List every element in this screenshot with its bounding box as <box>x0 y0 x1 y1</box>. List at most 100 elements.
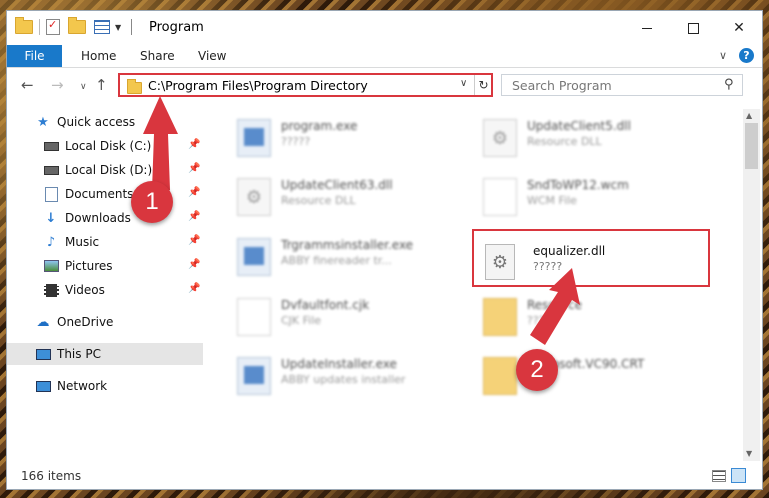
file-type: WCM File <box>527 194 577 207</box>
folder-icon <box>483 298 517 336</box>
file-name: UpdateClient5.dll <box>527 119 631 133</box>
pin-icon[interactable]: 📌 <box>188 283 200 294</box>
tab-share[interactable]: Share <box>140 45 175 67</box>
file-item[interactable]: Microsoft.VC90.CRT <box>483 355 703 401</box>
sidebar-item-pictures[interactable]: Pictures <box>43 255 113 277</box>
documents-icon <box>43 186 59 202</box>
file-icon <box>483 178 517 216</box>
view-layout-icon[interactable] <box>94 20 110 34</box>
sidebar-item-documents[interactable]: Documents <box>43 183 133 205</box>
minimize-icon <box>642 27 652 29</box>
scroll-up-icon[interactable]: ▲ <box>746 111 752 120</box>
chevron-down-icon[interactable]: ∨ <box>460 78 467 89</box>
tab-home[interactable]: Home <box>81 45 116 67</box>
pin-icon[interactable]: 📌 <box>188 163 200 174</box>
exe-icon <box>237 357 271 395</box>
network-icon <box>35 378 51 394</box>
vertical-scrollbar[interactable]: ▲ ▼ <box>743 109 760 461</box>
recent-locations-icon[interactable]: ∨ <box>80 82 87 92</box>
file-type: ABBY updates installer <box>281 373 406 386</box>
sidebar-item-network[interactable]: Network <box>35 375 107 397</box>
sidebar-item-label: Videos <box>65 283 105 297</box>
title-bar: ▼ Program ✕ <box>7 11 762 45</box>
ribbon-tabs: File Home Share View ∨ ? <box>7 45 762 68</box>
help-icon[interactable]: ? <box>739 48 754 63</box>
file-item[interactable]: Trgrammsinstaller.exe ABBY finereader tr… <box>237 236 457 282</box>
sidebar-item-label: Documents <box>65 187 134 201</box>
file-item[interactable]: SndToWP12.wcm WCM File <box>483 176 703 222</box>
file-item[interactable]: Dvfaultfont.cjk CJK File <box>237 296 457 342</box>
folder-icon[interactable] <box>15 17 33 34</box>
sidebar-item-this-pc[interactable]: This PC <box>7 343 203 365</box>
expand-ribbon-icon[interactable]: ∨ <box>719 49 727 62</box>
file-item[interactable]: UpdateInstaller.exe ABBY updates install… <box>237 355 457 401</box>
search-input[interactable]: Search Program ⚲ <box>501 74 743 96</box>
status-bar: 166 items <box>7 463 762 489</box>
sidebar-item-quick-access[interactable]: ★ Quick access <box>35 111 135 133</box>
sidebar-item-onedrive[interactable]: ☁ OneDrive <box>35 311 114 333</box>
file-type: ????? <box>281 135 311 148</box>
sidebar-item-label: Downloads <box>65 211 131 225</box>
sidebar-item-music[interactable]: ♪ Music <box>43 231 99 253</box>
up-arrow-icon[interactable]: ↑ <box>95 76 108 94</box>
file-name: Trgrammsinstaller.exe <box>281 238 414 252</box>
file-icon <box>237 298 271 336</box>
file-item[interactable]: program.exe ????? <box>237 117 457 163</box>
highlight-box <box>472 229 710 287</box>
file-name: Dvfaultfont.cjk <box>281 298 370 312</box>
file-type: Resource DLL <box>281 194 356 207</box>
large-icons-view-icon[interactable] <box>731 468 746 483</box>
pin-icon[interactable]: 📌 <box>188 187 200 198</box>
download-arrow-icon: ↓ <box>45 210 57 226</box>
file-item[interactable]: Resource ???? <box>483 296 703 342</box>
pin-icon[interactable]: 📌 <box>188 235 200 246</box>
file-name: UpdateClient63.dll <box>281 178 393 192</box>
sidebar-item-label: Local Disk (C:) <box>65 139 152 153</box>
sidebar-item-label: Network <box>57 379 108 393</box>
file-name: Resource <box>527 298 583 312</box>
film-icon <box>43 282 59 298</box>
sidebar-item-local-disk-d[interactable]: Local Disk (D:) <box>43 159 152 181</box>
sidebar-item-label: Quick access <box>57 115 136 129</box>
new-folder-icon[interactable] <box>68 17 86 34</box>
search-placeholder: Search Program <box>512 78 612 93</box>
file-type: Resource DLL <box>527 135 602 148</box>
search-icon[interactable]: ⚲ <box>724 77 734 92</box>
address-path[interactable]: C:\Program Files\Program Directory <box>148 78 368 93</box>
music-note-icon: ♪ <box>46 234 56 250</box>
file-name: UpdateInstaller.exe <box>281 357 397 371</box>
cloud-icon: ☁ <box>36 314 50 330</box>
refresh-icon[interactable]: ↻ <box>474 75 492 95</box>
scroll-down-icon[interactable]: ▼ <box>746 449 752 458</box>
drive-icon <box>43 162 59 178</box>
properties-icon[interactable] <box>46 18 60 35</box>
tab-view[interactable]: View <box>198 45 226 67</box>
folder-icon <box>483 357 517 395</box>
chevron-down-icon[interactable]: ▼ <box>115 23 121 32</box>
back-arrow-icon[interactable]: ← <box>21 76 34 94</box>
scroll-thumb[interactable] <box>745 123 758 169</box>
file-name: SndToWP12.wcm <box>527 178 629 192</box>
pin-icon[interactable]: 📌 <box>188 259 200 270</box>
pin-icon[interactable]: 📌 <box>188 139 200 150</box>
sidebar-item-downloads[interactable]: ↓ Downloads <box>43 207 131 229</box>
sidebar-item-label: Local Disk (D:) <box>65 163 153 177</box>
file-item[interactable]: ⚙ UpdateClient63.dll Resource DLL <box>237 176 457 222</box>
close-button[interactable]: ✕ <box>716 11 762 45</box>
item-count: 166 items <box>21 469 82 483</box>
sidebar-item-label: Music <box>65 235 100 249</box>
sidebar-item-videos[interactable]: Videos <box>43 279 105 301</box>
file-type: ???? <box>527 314 551 327</box>
divider <box>39 19 40 35</box>
address-bar[interactable]: C:\Program Files\Program Directory ∨ ↻ <box>118 73 493 97</box>
window-title: Program <box>149 20 204 35</box>
details-view-icon[interactable] <box>712 470 726 482</box>
tab-file[interactable]: File <box>7 45 62 67</box>
minimize-button[interactable] <box>624 11 670 45</box>
forward-arrow-icon[interactable]: → <box>51 76 64 94</box>
maximize-button[interactable] <box>670 11 716 45</box>
computer-icon <box>35 346 51 362</box>
sidebar-item-local-disk-c[interactable]: Local Disk (C:) <box>43 135 151 157</box>
file-item[interactable]: ⚙ UpdateClient5.dll Resource DLL <box>483 117 703 163</box>
pin-icon[interactable]: 📌 <box>188 211 200 222</box>
